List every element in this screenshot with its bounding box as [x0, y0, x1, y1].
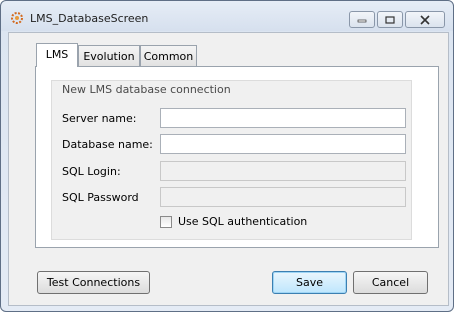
database-name-label: Database name:	[62, 138, 153, 151]
group-title: New LMS database connection	[62, 83, 231, 96]
close-icon	[420, 14, 430, 25]
sql-auth-label[interactable]: Use SQL authentication	[178, 215, 307, 228]
sql-auth-checkbox[interactable]	[160, 216, 172, 228]
app-gear-icon	[10, 11, 24, 25]
database-name-input[interactable]	[160, 134, 406, 154]
window-title: LMS_DatabaseScreen	[30, 12, 149, 25]
server-name-label: Server name:	[62, 112, 137, 125]
sql-login-input[interactable]	[160, 161, 406, 181]
test-connections-button[interactable]: Test Connections	[37, 271, 150, 294]
cancel-button[interactable]: Cancel	[353, 271, 428, 294]
maximize-button[interactable]	[377, 11, 403, 28]
tab-panel-lms: New LMS database connection Server name:…	[35, 66, 439, 248]
dialog-body: LMS Evolution Common New LMS database co…	[8, 32, 449, 306]
save-button[interactable]: Save	[272, 271, 347, 294]
sql-password-label: SQL Password	[62, 191, 139, 204]
connection-group: New LMS database connection Server name:…	[51, 80, 412, 240]
dialog-window: LMS_DatabaseScreen LMS Evolution Common …	[0, 0, 454, 312]
close-button[interactable]	[405, 11, 445, 28]
tab-common[interactable]: Common	[140, 45, 197, 66]
minimize-icon	[357, 19, 367, 22]
sql-login-label: SQL Login:	[62, 165, 121, 178]
server-name-input[interactable]	[160, 108, 406, 128]
tab-lms[interactable]: LMS	[36, 43, 78, 67]
sql-password-input[interactable]	[160, 187, 406, 207]
maximize-icon	[385, 15, 395, 24]
title-bar[interactable]: LMS_DatabaseScreen	[1, 1, 453, 31]
tab-evolution[interactable]: Evolution	[78, 45, 140, 66]
minimize-button[interactable]	[349, 11, 375, 28]
